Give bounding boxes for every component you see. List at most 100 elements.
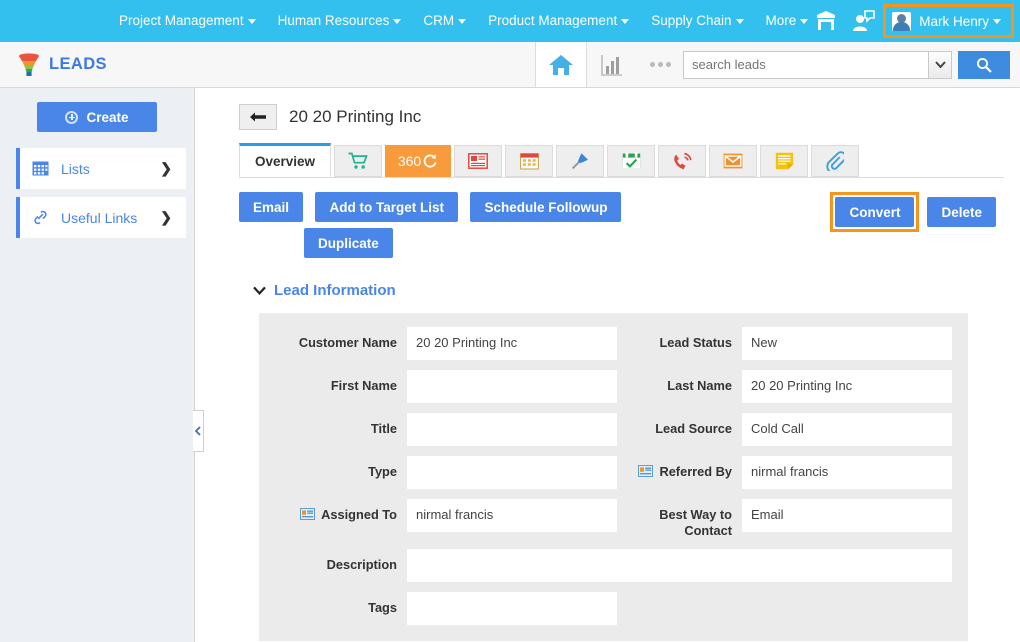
- search-input[interactable]: [683, 50, 928, 79]
- pin-icon: [571, 153, 588, 170]
- chevron-down-icon: [735, 18, 744, 24]
- back-button[interactable]: [239, 104, 277, 130]
- bar-chart-icon[interactable]: [587, 42, 637, 87]
- chevron-left-icon: [195, 426, 201, 436]
- tab-paperclip[interactable]: [811, 145, 859, 177]
- envelope-icon: [723, 153, 743, 169]
- top-nav-menu: Project Management Human Resources CRM P…: [108, 0, 819, 42]
- lead-status-label: Lead Status: [659, 335, 732, 350]
- referred-by-field[interactable]: nirmal francis: [742, 456, 952, 489]
- paperclip-icon: [826, 151, 844, 171]
- user-menu[interactable]: Mark Henry: [883, 4, 1014, 38]
- ellipsis-icon[interactable]: [637, 42, 683, 87]
- link-icon: [34, 210, 47, 225]
- chevron-right-icon: ❯: [160, 209, 172, 225]
- tab-pin[interactable]: [556, 145, 604, 177]
- assigned-to-label-text: Assigned To: [321, 507, 397, 522]
- shopping-cart-icon: [348, 152, 368, 169]
- nav-item-project-management[interactable]: Project Management: [108, 0, 267, 42]
- first-name-label: First Name: [330, 378, 397, 393]
- tab-phone[interactable]: [658, 145, 706, 177]
- last-name-label: Last Name: [667, 378, 732, 393]
- customer-name-field[interactable]: 20 20 Printing Inc: [407, 327, 617, 360]
- customer-name-label: Customer Name: [298, 335, 397, 350]
- lead-information-panel: Customer Name 20 20 Printing Inc Lead St…: [259, 313, 968, 641]
- sidebar-item-useful-links[interactable]: Useful Links ❯: [16, 197, 186, 238]
- title-field[interactable]: [407, 413, 617, 446]
- best-way-to-contact-label: Best Way to Contact: [659, 507, 732, 538]
- lead-information-form: Customer Name 20 20 Printing Inc Lead St…: [275, 327, 952, 625]
- create-button[interactable]: Create: [37, 102, 157, 132]
- nav-item-crm[interactable]: CRM: [412, 0, 477, 42]
- description-label: Description: [326, 556, 397, 572]
- calendar-check-icon: [622, 152, 640, 169]
- tab-calendar[interactable]: [505, 145, 553, 177]
- tab-envelope[interactable]: [709, 145, 757, 177]
- lead-status-field[interactable]: New: [742, 327, 952, 360]
- last-name-field[interactable]: 20 20 Printing Inc: [742, 370, 952, 403]
- email-button[interactable]: Email: [239, 192, 304, 222]
- sidebar-item-label: Useful Links: [61, 209, 138, 226]
- sidebar-item-lists[interactable]: Lists ❯: [16, 148, 186, 189]
- nav-label: CRM: [423, 13, 455, 28]
- create-label: Create: [86, 109, 129, 125]
- main-content: 20 20 Printing Inc Overview 360 Email Ad…: [195, 88, 1020, 642]
- convert-button[interactable]: Convert: [835, 197, 915, 227]
- nav-item-product-management[interactable]: Product Management: [477, 0, 640, 42]
- sidebar-item-label: Lists: [61, 160, 90, 177]
- chevron-down-icon: [393, 18, 402, 24]
- record-tabs: Overview 360: [239, 143, 1004, 177]
- tab-overview[interactable]: Overview: [239, 143, 331, 177]
- nav-item-human-resources[interactable]: Human Resources: [267, 0, 413, 42]
- tab-shopping-cart[interactable]: [334, 145, 382, 177]
- lead-source-field[interactable]: Cold Call: [742, 413, 952, 446]
- chevron-down-icon: [247, 18, 256, 24]
- tab-calendar-check[interactable]: [607, 145, 655, 177]
- lead-source-label: Lead Source: [655, 421, 732, 436]
- store-icon[interactable]: [807, 0, 845, 42]
- home-icon[interactable]: [535, 42, 587, 87]
- chevron-right-icon: ❯: [160, 160, 172, 176]
- search-icon: [976, 57, 992, 73]
- newspaper-icon: [468, 153, 488, 169]
- module-bar-tools: [535, 42, 1020, 87]
- tab-note[interactable]: [760, 145, 808, 177]
- type-field[interactable]: [407, 456, 617, 489]
- sidebar-collapse-handle[interactable]: [193, 410, 204, 452]
- search-button[interactable]: [958, 50, 1010, 79]
- best-way-to-contact-field[interactable]: Email: [742, 499, 952, 532]
- convert-highlight: Convert: [830, 192, 920, 232]
- arrow-left-icon: [250, 112, 266, 122]
- assigned-to-label: Assigned To: [275, 499, 407, 523]
- module-bar: LEADS: [0, 42, 1020, 88]
- description-field[interactable]: [407, 548, 952, 582]
- lead-information-header[interactable]: Lead Information: [239, 282, 1004, 299]
- sidebar: Create Lists ❯ Useful Links ❯: [0, 88, 204, 642]
- record-header: 20 20 Printing Inc: [239, 104, 1004, 130]
- type-label: Type: [368, 464, 397, 479]
- user-chat-icon[interactable]: [845, 0, 883, 42]
- tab-newspaper[interactable]: [454, 145, 502, 177]
- note-icon: [775, 152, 793, 170]
- record-right-actions: Convert Delete: [830, 192, 1004, 232]
- action-buttons-row-2: Duplicate: [239, 228, 1004, 258]
- delete-button[interactable]: Delete: [927, 197, 996, 227]
- duplicate-button[interactable]: Duplicate: [304, 228, 393, 258]
- search-dropdown-toggle[interactable]: [928, 50, 952, 79]
- calendar-icon: [519, 153, 539, 170]
- first-name-field[interactable]: [407, 370, 617, 403]
- search-area: [683, 42, 1020, 87]
- referred-by-label: Referred By: [622, 456, 742, 480]
- nav-item-supply-chain[interactable]: Supply Chain: [640, 0, 754, 42]
- chevron-down-icon: [253, 286, 266, 295]
- tabs-divider: [239, 177, 1004, 178]
- avatar-icon: [892, 11, 912, 31]
- add-to-target-list-button[interactable]: Add to Target List: [315, 192, 458, 222]
- assigned-to-field[interactable]: nirmal francis: [407, 499, 617, 532]
- tags-field[interactable]: [407, 591, 617, 625]
- refresh-icon: [423, 154, 437, 168]
- phone-icon: [673, 152, 692, 169]
- module-name: LEADS: [49, 55, 107, 73]
- schedule-followup-button[interactable]: Schedule Followup: [470, 192, 622, 222]
- tab-360[interactable]: 360: [385, 145, 451, 177]
